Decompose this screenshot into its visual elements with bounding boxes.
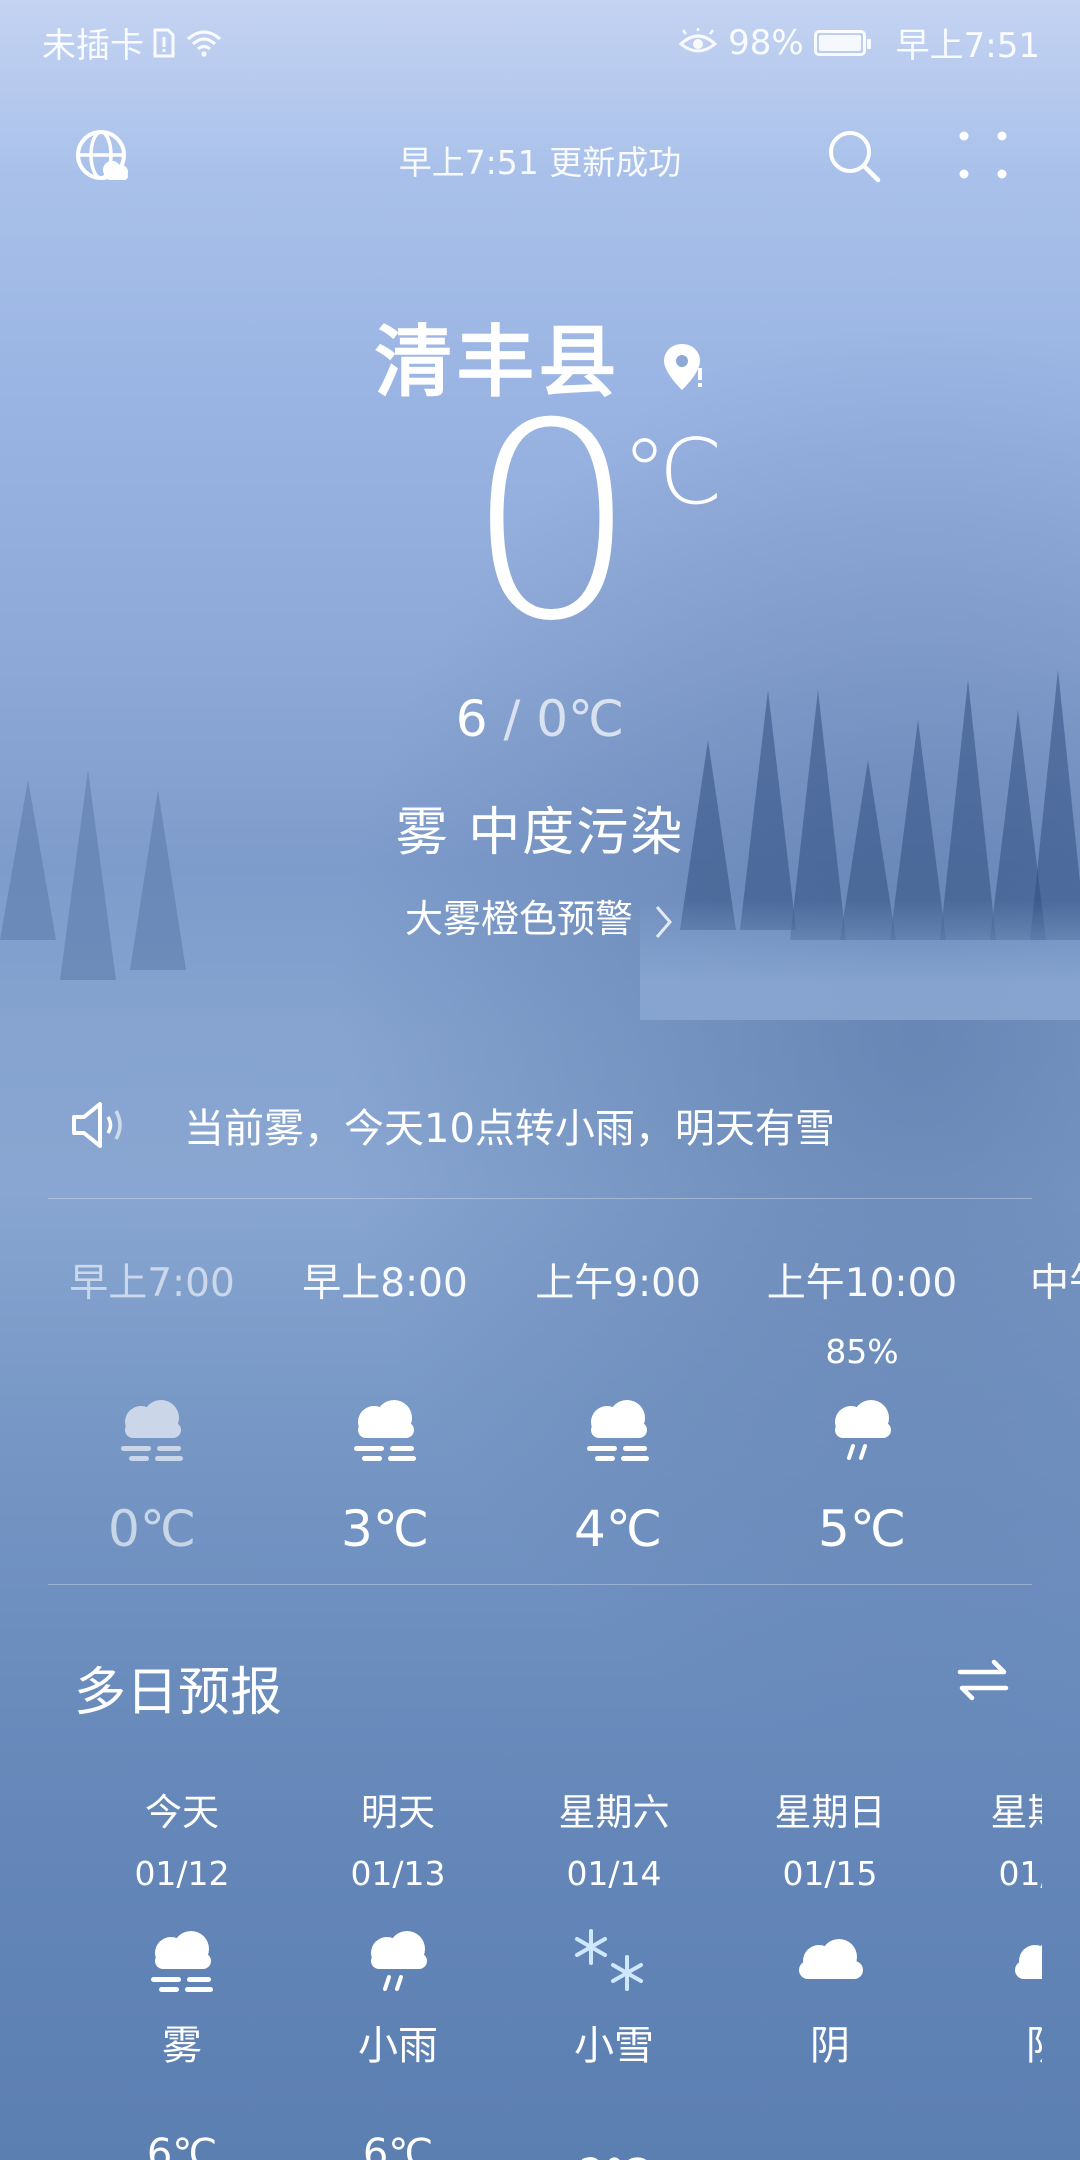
overcast-icon <box>1015 1944 1042 1979</box>
day-date: 01/12 <box>134 1854 230 1893</box>
day-name: 明天 <box>361 1791 435 1834</box>
day-item[interactable]: 今天 01/12 雾 6℃ <box>82 1782 282 2160</box>
fog-icon <box>151 1931 213 1992</box>
day-high: 6℃ <box>362 2131 434 2160</box>
day-date: 01/15 <box>782 1854 878 1893</box>
day-item[interactable]: 星期一 01/16 阴 <box>946 1782 1042 2131</box>
day-item[interactable]: 星期六 01/14 小雪 2℃ <box>514 1782 714 2160</box>
snow-icon <box>575 1929 643 1991</box>
multi-day-forecast[interactable]: 今天 01/12 雾 6℃ 明天 01/13 小雨 6℃ 星期六 01/14 小… <box>0 0 1042 2160</box>
light-rain-icon <box>371 1931 427 1991</box>
weather-screen: 未插卡 98% 早上7:51 早上7:51 更新成功 清丰县 0 ℃ 6 / 0… <box>0 0 1080 2160</box>
day-date: 01/16 <box>998 1854 1042 1893</box>
day-weather: 阴 <box>810 2023 850 2069</box>
day-name: 星期一 <box>990 1791 1043 1834</box>
overcast-icon <box>799 1939 863 1979</box>
day-weather: 小雨 <box>358 2023 438 2069</box>
day-weather: 雾 <box>162 2023 202 2069</box>
day-weather: 阴 <box>946 2013 1042 2071</box>
day-date: 01/13 <box>350 1854 446 1893</box>
day-name: 今天 <box>145 1791 219 1834</box>
day-weather: 小雪 <box>574 2023 654 2069</box>
day-high: 2℃ <box>514 2151 714 2160</box>
day-item[interactable]: 明天 01/13 小雨 6℃ <box>298 1782 498 2160</box>
day-item[interactable]: 星期日 01/15 阴 <box>730 1782 930 2131</box>
day-high: 6℃ <box>146 2131 218 2160</box>
day-date: 01/14 <box>566 1854 662 1893</box>
day-name: 星期日 <box>774 1791 886 1834</box>
day-name: 星期六 <box>558 1791 670 1834</box>
